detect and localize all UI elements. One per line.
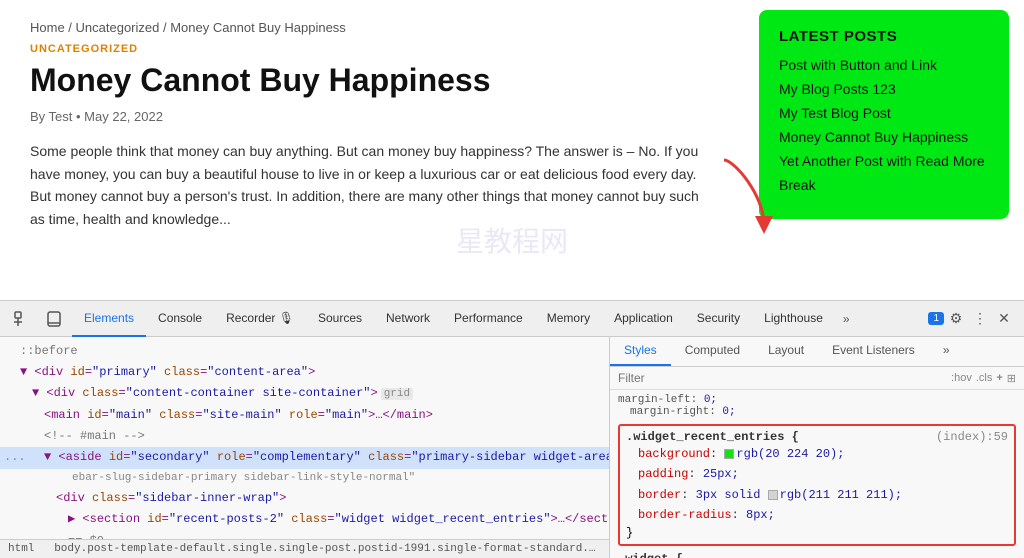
- post-link-3[interactable]: My Test Blog Post: [779, 105, 891, 121]
- list-item: Break: [779, 177, 989, 193]
- list-item: Post with Button and Link: [779, 57, 989, 73]
- close-icon[interactable]: ✕: [992, 307, 1016, 331]
- inspect-icon-btn[interactable]: [8, 305, 36, 333]
- post-meta: By Test • May 22, 2022: [30, 109, 714, 124]
- post-body: Some people think that money can buy any…: [30, 140, 714, 230]
- more-icon[interactable]: ⋮: [968, 307, 992, 331]
- elements-line[interactable]: <div class="sidebar-inner-wrap">: [0, 488, 609, 509]
- devtools-tab-bar: Elements Console Recorder 🎙 Sources Netw…: [0, 301, 1024, 337]
- breadcrumb: Home / Uncategorized / Money Cannot Buy …: [30, 20, 714, 35]
- breadcrumb-home[interactable]: Home: [30, 20, 65, 35]
- list-item: Yet Another Post with Read More: [779, 153, 989, 169]
- content-right: LATEST POSTS Post with Button and Link M…: [744, 0, 1024, 300]
- widget-posts-list: Post with Button and Link My Blog Posts …: [779, 57, 989, 193]
- add-hint[interactable]: +: [996, 372, 1002, 385]
- sub-tab-computed[interactable]: Computed: [671, 337, 754, 366]
- tab-application[interactable]: Application: [602, 301, 685, 337]
- post-link-5[interactable]: Yet Another Post with Read More: [779, 153, 985, 169]
- elements-line[interactable]: <main id="main" class="site-main" role="…: [0, 405, 609, 426]
- post-link-1[interactable]: Post with Button and Link: [779, 57, 937, 73]
- tab-security[interactable]: Security: [685, 301, 752, 337]
- styles-filter-hints: :hov .cls + ⊞: [951, 372, 1016, 385]
- sub-tab-layout[interactable]: Layout: [754, 337, 818, 366]
- breadcrumb-current: Money Cannot Buy Happiness: [170, 20, 346, 35]
- tab-network[interactable]: Network: [374, 301, 442, 337]
- style-prop-padding: padding: 25px;: [626, 464, 1008, 484]
- tab-lighthouse[interactable]: Lighthouse: [752, 301, 835, 337]
- highlighted-style-rule: .widget_recent_entries { (index):59 back…: [618, 424, 1016, 546]
- sub-tab-event-listeners[interactable]: Event Listeners: [818, 337, 929, 366]
- sub-tab-more[interactable]: »: [929, 337, 964, 366]
- devtools-badge: 1: [928, 312, 944, 325]
- tab-more[interactable]: »: [835, 301, 858, 337]
- elements-panel: ::before ▼ <div id="primary" class="cont…: [0, 337, 610, 558]
- list-item: Money Cannot Buy Happiness: [779, 129, 989, 145]
- elements-bottom-bar: html body.post-template-default.single.s…: [0, 539, 609, 558]
- style-prop-background: background: rgb(20 224 20);: [626, 444, 1008, 464]
- category-label: UNCATEGORIZED: [30, 43, 714, 55]
- tab-performance[interactable]: Performance: [442, 301, 535, 337]
- style-rule: margin-left: 0; margin-right: 0;: [618, 394, 1016, 418]
- tab-sources[interactable]: Sources: [306, 301, 374, 337]
- style-rule-after: .widget { margin-top: 0;: [618, 552, 1016, 558]
- post-title: Money Cannot Buy Happiness: [30, 61, 714, 99]
- elements-line[interactable]: <!-- #main -->: [0, 426, 609, 447]
- styles-body: margin-left: 0; margin-right: 0; .widget…: [610, 390, 1024, 558]
- sub-tab-styles[interactable]: Styles: [610, 337, 671, 366]
- style-prop-border-radius: border-radius: 8px;: [626, 505, 1008, 525]
- elements-line[interactable]: ebar-slug-sidebar-primary sidebar-link-s…: [0, 469, 609, 489]
- elements-line[interactable]: ▶ <section id="recent-posts-2" class="wi…: [0, 509, 609, 530]
- devtools-panel: Elements Console Recorder 🎙 Sources Netw…: [0, 300, 1024, 558]
- post-link-6[interactable]: Break: [779, 177, 816, 193]
- hov-hint[interactable]: :hov: [951, 372, 972, 385]
- tab-memory[interactable]: Memory: [535, 301, 602, 337]
- elements-line[interactable]: ::before: [0, 341, 609, 362]
- latest-posts-widget: LATEST POSTS Post with Button and Link M…: [759, 10, 1009, 219]
- styles-filter-bar: :hov .cls + ⊞: [610, 367, 1024, 390]
- breadcrumb-category[interactable]: Uncategorized: [76, 20, 160, 35]
- device-mode-btn[interactable]: [40, 305, 68, 333]
- post-link-2[interactable]: My Blog Posts 123: [779, 81, 896, 97]
- styles-panel: Styles Computed Layout Event Listeners »…: [610, 337, 1024, 558]
- new-rule-hint[interactable]: ⊞: [1007, 372, 1016, 385]
- elements-line[interactable]: ▼ <div class="content-container site-con…: [0, 383, 609, 405]
- list-item: My Blog Posts 123: [779, 81, 989, 97]
- tab-console[interactable]: Console: [146, 301, 214, 337]
- elements-line[interactable]: ▼ <div id="primary" class="content-area"…: [0, 362, 609, 383]
- page-area: Home / Uncategorized / Money Cannot Buy …: [0, 0, 1024, 300]
- cls-hint[interactable]: .cls: [976, 372, 993, 385]
- tab-recorder[interactable]: Recorder 🎙: [214, 301, 306, 337]
- styles-sub-tabs: Styles Computed Layout Event Listeners »: [610, 337, 1024, 367]
- elements-line-selected[interactable]: ... ▼ <aside id="secondary" role="comple…: [0, 447, 609, 468]
- styles-filter-input[interactable]: [618, 371, 945, 385]
- widget-title: LATEST POSTS: [779, 28, 989, 45]
- content-left: Home / Uncategorized / Money Cannot Buy …: [0, 0, 744, 300]
- settings-icon[interactable]: ⚙: [944, 307, 968, 331]
- list-item: My Test Blog Post: [779, 105, 989, 121]
- style-prop-border: border: 3px solid rgb(211 211 211);: [626, 485, 1008, 505]
- devtools-body: ::before ▼ <div id="primary" class="cont…: [0, 337, 1024, 558]
- post-link-4[interactable]: Money Cannot Buy Happiness: [779, 129, 968, 145]
- tab-elements[interactable]: Elements: [72, 301, 146, 337]
